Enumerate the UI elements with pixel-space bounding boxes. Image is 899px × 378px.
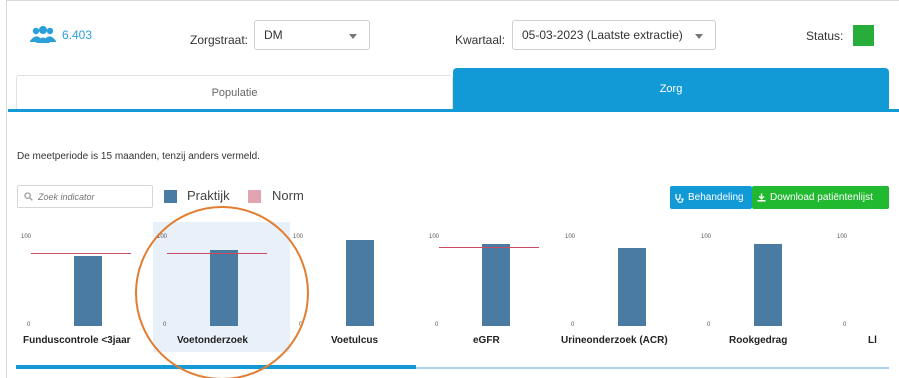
- y-tick-0: 0: [571, 322, 575, 328]
- tab-zorg-label: Zorg: [659, 83, 683, 95]
- behandeling-label: Behandeling: [688, 192, 744, 203]
- search-box[interactable]: [17, 185, 153, 208]
- y-tick-0: 0: [163, 322, 167, 328]
- y-tick-100: 100: [293, 234, 304, 240]
- indicator-name: Urineonderzoek (ACR): [561, 335, 668, 346]
- download-label: Download patiëntenlijst: [770, 192, 873, 203]
- search-input[interactable]: [38, 191, 148, 202]
- y-tick-100: 100: [429, 234, 440, 240]
- praktijk-bar[interactable]: [618, 247, 646, 326]
- praktijk-bar[interactable]: [482, 244, 510, 326]
- indicator-card[interactable]: 100 0 Funduscontrole <3jaar: [17, 222, 154, 352]
- y-tick-100: 100: [701, 234, 712, 240]
- y-tick-0: 0: [299, 322, 303, 328]
- indicator-name: Rookgedrag: [729, 335, 788, 346]
- y-tick-0: 0: [435, 322, 439, 328]
- indicator-name: Voetonderzoek: [177, 335, 248, 346]
- indicator-name: Ll: [868, 335, 877, 346]
- indicator-name: eGFR: [473, 335, 500, 346]
- zorgstraat-value: DM: [264, 28, 283, 42]
- tab-zorg[interactable]: Zorg: [453, 68, 889, 110]
- users-icon: [30, 26, 56, 43]
- praktijk-bar[interactable]: [74, 256, 102, 326]
- legend-label-praktijk: Praktijk: [187, 188, 230, 203]
- legend-swatch-praktijk: [164, 190, 177, 203]
- tab-underline: [8, 109, 899, 112]
- scrollbar-thumb[interactable]: [16, 365, 416, 369]
- praktijk-bar[interactable]: [346, 239, 374, 326]
- y-tick-0: 0: [843, 322, 847, 328]
- indicator-card[interactable]: 100 0 Voetulcus: [289, 222, 426, 352]
- y-tick-0: 0: [707, 322, 711, 328]
- chevron-down-icon: [349, 34, 357, 39]
- y-tick-100: 100: [565, 234, 576, 240]
- chevron-down-icon: [695, 34, 703, 39]
- measurement-period-note: De meetperiode is 15 maanden, tenzij and…: [17, 151, 260, 162]
- praktijk-bar[interactable]: [754, 244, 782, 326]
- zorgstraat-label: Zorgstraat:: [190, 33, 249, 47]
- kwartaal-value: 05-03-2023 (Laatste extractie): [522, 28, 683, 42]
- indicator-name: Funduscontrole <3jaar: [23, 335, 131, 346]
- download-icon: [757, 193, 766, 202]
- y-tick-100: 100: [837, 234, 848, 240]
- tab-populatie-label: Populatie: [211, 87, 258, 99]
- stethoscope-icon: [675, 193, 684, 203]
- y-tick-100: 100: [21, 234, 32, 240]
- legend-label-norm: Norm: [272, 188, 304, 203]
- legend-swatch-norm: [248, 190, 261, 203]
- indicator-card[interactable]: 100 0 eGFR: [425, 222, 562, 352]
- indicator-card[interactable]: 100 0 Voetonderzoek: [153, 222, 290, 352]
- behandeling-button[interactable]: Behandeling: [670, 186, 752, 209]
- norm-line: [439, 246, 539, 248]
- zorgstraat-select[interactable]: DM: [254, 20, 370, 50]
- status-label: Status:: [806, 29, 844, 43]
- indicator-card[interactable]: 100 0 Urineonderzoek (ACR): [561, 222, 698, 352]
- kwartaal-select[interactable]: 05-03-2023 (Laatste extractie): [512, 20, 716, 50]
- patient-count-value: 6.403: [62, 28, 93, 42]
- norm-line: [167, 252, 267, 254]
- norm-line: [31, 252, 131, 254]
- y-tick-100: 100: [157, 234, 168, 240]
- kwartaal-label: Kwartaal:: [455, 33, 506, 47]
- patient-count[interactable]: 6.403: [30, 26, 92, 44]
- indicator-card[interactable]: 100 0 Rookgedrag: [697, 222, 834, 352]
- indicator-card[interactable]: 100 0 Ll: [833, 222, 899, 352]
- indicator-name: Voetulcus: [331, 335, 379, 346]
- status-indicator: [853, 25, 874, 46]
- y-tick-0: 0: [27, 322, 31, 328]
- praktijk-bar[interactable]: [210, 250, 238, 326]
- search-icon: [24, 192, 33, 201]
- download-patientenlijst-button[interactable]: Download patiëntenlijst: [752, 186, 889, 209]
- tab-populatie[interactable]: Populatie: [16, 75, 453, 110]
